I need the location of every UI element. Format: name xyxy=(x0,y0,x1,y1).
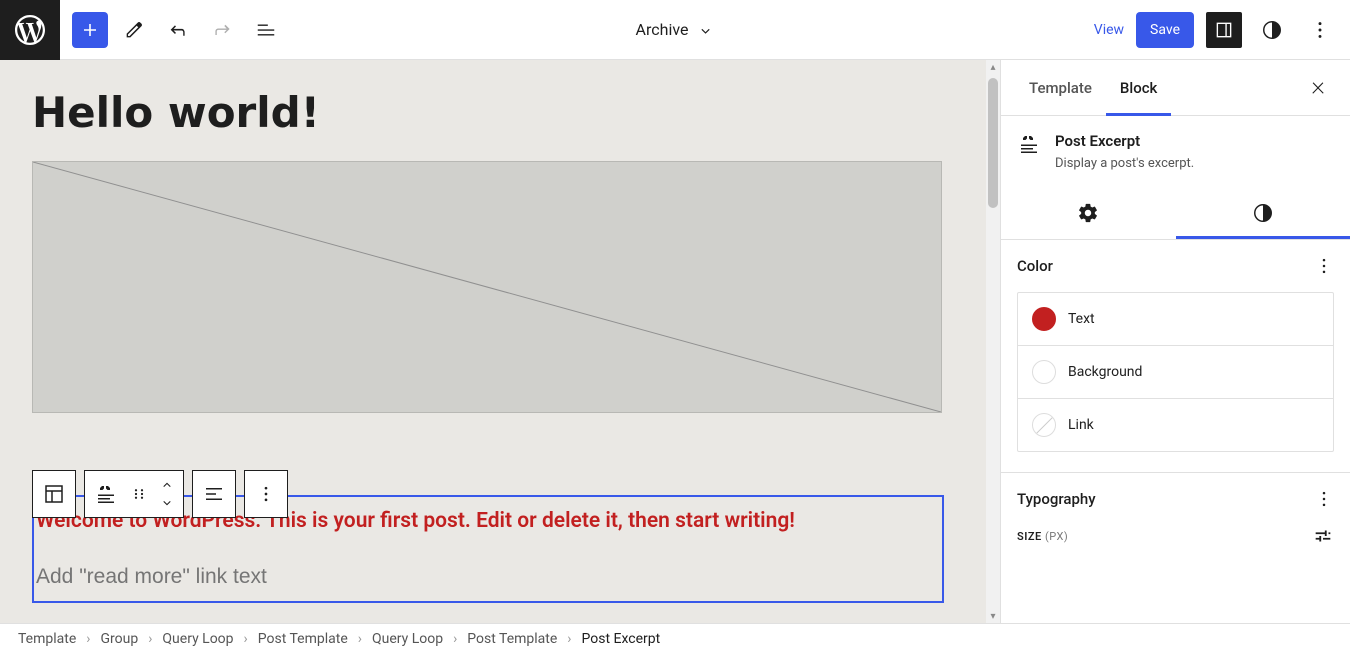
chevron-down-icon xyxy=(696,21,714,39)
bc-item-current[interactable]: Post Excerpt xyxy=(582,631,661,647)
scroll-up-arrow[interactable]: ▴ xyxy=(986,60,1000,74)
bc-item[interactable]: Post Template xyxy=(258,631,348,647)
post-excerpt-icon xyxy=(1017,132,1041,171)
settings-sidebar: Template Block Post Excerpt Display a po… xyxy=(1000,60,1350,623)
add-block-button[interactable] xyxy=(72,12,108,48)
scrollbar-thumb[interactable] xyxy=(988,78,998,208)
gear-icon xyxy=(1077,202,1099,224)
parent-block-button[interactable] xyxy=(33,471,75,517)
size-label: SIZE xyxy=(1017,530,1042,543)
link-color-swatch xyxy=(1032,413,1056,437)
block-type-button[interactable] xyxy=(85,471,127,517)
drag-handle[interactable] xyxy=(127,471,151,517)
bc-item[interactable]: Query Loop xyxy=(162,631,233,647)
block-description: Display a post's excerpt. xyxy=(1055,156,1334,171)
scroll-down-arrow[interactable]: ▾ xyxy=(986,609,1000,623)
color-row-background[interactable]: Background xyxy=(1018,345,1333,398)
post-title[interactable]: Hello world! xyxy=(32,88,968,137)
close-icon xyxy=(1309,79,1327,97)
canvas-scrollbar[interactable]: ▴ ▾ xyxy=(986,60,1000,623)
bc-item[interactable]: Group xyxy=(100,631,138,647)
close-sidebar-button[interactable] xyxy=(1300,70,1336,106)
redo-button xyxy=(204,12,240,48)
styles-button[interactable] xyxy=(1254,12,1290,48)
document-overview-button[interactable] xyxy=(248,12,284,48)
document-title: Archive xyxy=(636,20,689,39)
edit-mode-button[interactable] xyxy=(116,12,152,48)
background-color-swatch xyxy=(1032,360,1056,384)
tab-block[interactable]: Block xyxy=(1106,61,1171,115)
top-toolbar: Archive View Save xyxy=(0,0,1350,60)
chevron-up-icon[interactable] xyxy=(159,478,175,494)
save-button[interactable]: Save xyxy=(1136,12,1194,48)
bc-item[interactable]: Template xyxy=(18,631,76,647)
undo-button[interactable] xyxy=(160,12,196,48)
featured-image-placeholder[interactable] xyxy=(32,161,942,413)
sliders-icon[interactable] xyxy=(1312,525,1334,547)
settings-sidebar-toggle[interactable] xyxy=(1206,12,1242,48)
styles-tab[interactable] xyxy=(1176,187,1350,239)
block-toolbar xyxy=(32,470,288,518)
color-row-text[interactable]: Text xyxy=(1018,293,1333,345)
settings-tab[interactable] xyxy=(1001,187,1176,239)
wordpress-logo-button[interactable] xyxy=(0,0,60,60)
align-button[interactable] xyxy=(193,471,235,517)
bc-item[interactable]: Post Template xyxy=(467,631,557,647)
move-up-down-buttons[interactable] xyxy=(151,471,183,517)
more-options-button[interactable] xyxy=(1302,12,1338,48)
block-options-button[interactable] xyxy=(245,471,287,517)
text-color-swatch xyxy=(1032,307,1056,331)
chevron-down-icon[interactable] xyxy=(159,494,175,510)
size-unit: (PX) xyxy=(1045,530,1068,543)
typography-panel-header[interactable]: Typography xyxy=(1001,473,1350,525)
readmore-input[interactable] xyxy=(34,565,942,589)
document-title-dropdown[interactable]: Archive xyxy=(636,20,715,39)
contrast-icon xyxy=(1252,202,1274,224)
tab-template[interactable]: Template xyxy=(1015,61,1106,115)
view-link[interactable]: View xyxy=(1094,22,1124,38)
color-panel-header[interactable]: Color xyxy=(1001,240,1350,292)
more-vertical-icon[interactable] xyxy=(1314,256,1334,276)
bc-item[interactable]: Query Loop xyxy=(372,631,443,647)
block-title: Post Excerpt xyxy=(1055,132,1334,150)
editor-canvas[interactable]: Hello world! xyxy=(0,60,1000,623)
color-row-link[interactable]: Link xyxy=(1018,398,1333,451)
breadcrumb: Template › Group › Query Loop › Post Tem… xyxy=(0,623,1350,653)
more-vertical-icon[interactable] xyxy=(1314,489,1334,509)
